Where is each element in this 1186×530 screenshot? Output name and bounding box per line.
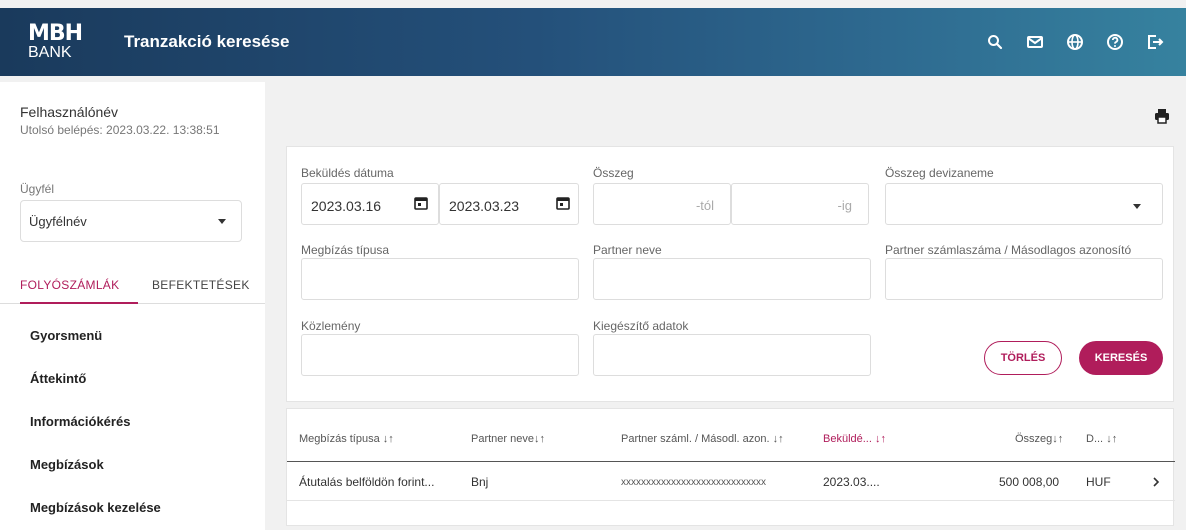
cell-partner-account: xxxxxxxxxxxxxxxxxxxxxxxxxxxxx [621, 477, 766, 488]
last-login: Utolsó belépés: 2023.03.22. 13:38:51 [20, 123, 220, 137]
sidebar-item-attekinto[interactable]: Áttekintő [0, 357, 265, 400]
column-header-label: Partner száml. / Másodl. azon. [621, 433, 770, 445]
client-label: Ügyfél [20, 182, 55, 196]
search-icon[interactable] [978, 25, 1012, 59]
amount-to-input[interactable]: -ig [731, 183, 869, 225]
order-type-input[interactable] [301, 258, 579, 300]
remark-label: Közlemény [301, 319, 361, 333]
user-name: Felhasználónév [20, 104, 119, 120]
remark-input[interactable] [301, 334, 579, 376]
bank-logo[interactable]: MBH BANK [0, 8, 92, 76]
sort-icon: ↓↑ [1106, 433, 1118, 445]
column-header-order-type[interactable]: Megbízás típusa ↓↑ [299, 433, 394, 445]
partner-account-input[interactable] [885, 258, 1163, 300]
sort-icon: ↓↑ [874, 433, 886, 445]
column-header-amount[interactable]: Összeg↓↑ [1015, 433, 1063, 445]
cell-partner-name: Bnj [471, 475, 489, 489]
sidebar: Felhasználónév Utolsó belépés: 2023.03.2… [0, 82, 265, 530]
header-toolbar [972, 8, 1172, 76]
tab-folyoszamlak[interactable]: FOLYÓSZÁMLÁK [20, 266, 138, 304]
cell-send-date: 2023.03.... [823, 475, 880, 489]
column-header-partner-name[interactable]: Partner neve↓↑ [471, 433, 545, 445]
sort-icon: ↓↑ [772, 433, 784, 445]
help-icon[interactable] [1098, 25, 1132, 59]
main-content: Beküldés dátuma 2023.03.16 2023.03.23 Ös… [269, 82, 1186, 530]
logout-icon[interactable] [1138, 25, 1172, 59]
logo-mark: MBH [28, 20, 83, 46]
results-table: Megbízás típusa ↓↑ Partner neve↓↑ Partne… [286, 408, 1175, 526]
mail-icon[interactable] [1018, 25, 1052, 59]
chevron-right-icon[interactable] [1151, 476, 1161, 488]
sort-icon: ↓↑ [533, 433, 545, 445]
cell-currency: HUF [1086, 475, 1111, 489]
sidebar-menu: Gyorsmenü Áttekintő Információkérés Megb… [0, 314, 265, 529]
clear-button[interactable]: TÖRLÉS [984, 341, 1062, 375]
search-button[interactable]: KERESÉS [1079, 341, 1163, 375]
date-to-value: 2023.03.23 [449, 198, 520, 214]
amount-from-input[interactable]: -tól [593, 183, 731, 225]
sidebar-item-megbizasok[interactable]: Megbízások [0, 443, 265, 486]
column-header-partner-account[interactable]: Partner száml. / Másodl. azon. ↓↑ [621, 433, 784, 445]
account-tabs: FOLYÓSZÁMLÁK BEFEKTETÉSEK [0, 266, 265, 304]
cell-amount: 500 008,00 [999, 475, 1060, 489]
table-row[interactable]: Átutalás belföldön forint... Bnj xxxxxxx… [287, 461, 1175, 501]
amount-to-placeholder: -ig [837, 198, 852, 213]
sidebar-item-informaciokeres[interactable]: Információkérés [0, 400, 265, 443]
currency-select[interactable] [885, 183, 1163, 225]
extra-data-label: Kiegészítő adatok [593, 319, 689, 333]
partner-name-label: Partner neve [593, 243, 662, 257]
search-form: Beküldés dátuma 2023.03.16 2023.03.23 Ös… [286, 146, 1174, 402]
date-from-value: 2023.03.16 [311, 198, 382, 214]
client-select-value: Ügyfélnév [29, 213, 87, 229]
calendar-icon[interactable] [556, 196, 570, 210]
print-icon[interactable] [1154, 108, 1170, 129]
app-header: MBH BANK Tranzakció keresése [0, 8, 1186, 76]
column-header-label: Partner neve [471, 433, 534, 445]
chevron-down-icon [1133, 204, 1141, 209]
column-header-currency[interactable]: D... ↓↑ [1086, 433, 1117, 445]
column-header-label: Beküldé... [823, 433, 872, 445]
calendar-icon[interactable] [414, 196, 428, 210]
chevron-down-icon [218, 219, 226, 224]
partner-name-input[interactable] [593, 258, 871, 300]
column-header-label: Összeg [1015, 433, 1053, 445]
date-to-field[interactable]: 2023.03.23 [439, 183, 579, 225]
page-title: Tranzakció keresése [124, 32, 290, 51]
sidebar-item-gyorsmenu[interactable]: Gyorsmenü [0, 314, 265, 357]
order-type-label: Megbízás típusa [301, 243, 390, 257]
client-select[interactable]: Ügyfélnév [20, 200, 242, 242]
date-from-field[interactable]: 2023.03.16 [301, 183, 439, 225]
logo-sub: BANK [28, 43, 72, 61]
cell-order-type: Átutalás belföldön forint... [299, 475, 435, 489]
tab-befektetesek[interactable]: BEFEKTETÉSEK [152, 266, 250, 304]
partner-account-label: Partner számlaszáma / Másodlagos azonosí… [885, 243, 1132, 257]
column-header-label: D... [1086, 433, 1104, 445]
column-header-send-date[interactable]: Beküldé... ↓↑ [823, 433, 886, 445]
sort-icon: ↓↑ [382, 433, 394, 445]
extra-data-input[interactable] [593, 334, 871, 376]
amount-from-placeholder: -tól [695, 198, 714, 213]
globe-icon[interactable] [1058, 25, 1092, 59]
sidebar-item-megbizasok-kezelese[interactable]: Megbízások kezelése [0, 486, 265, 529]
send-date-label: Beküldés dátuma [301, 166, 394, 180]
currency-label: Összeg devizaneme [885, 166, 994, 180]
column-header-label: Megbízás típusa [299, 433, 380, 445]
sort-icon: ↓↑ [1052, 433, 1064, 445]
amount-label: Összeg [593, 166, 634, 180]
